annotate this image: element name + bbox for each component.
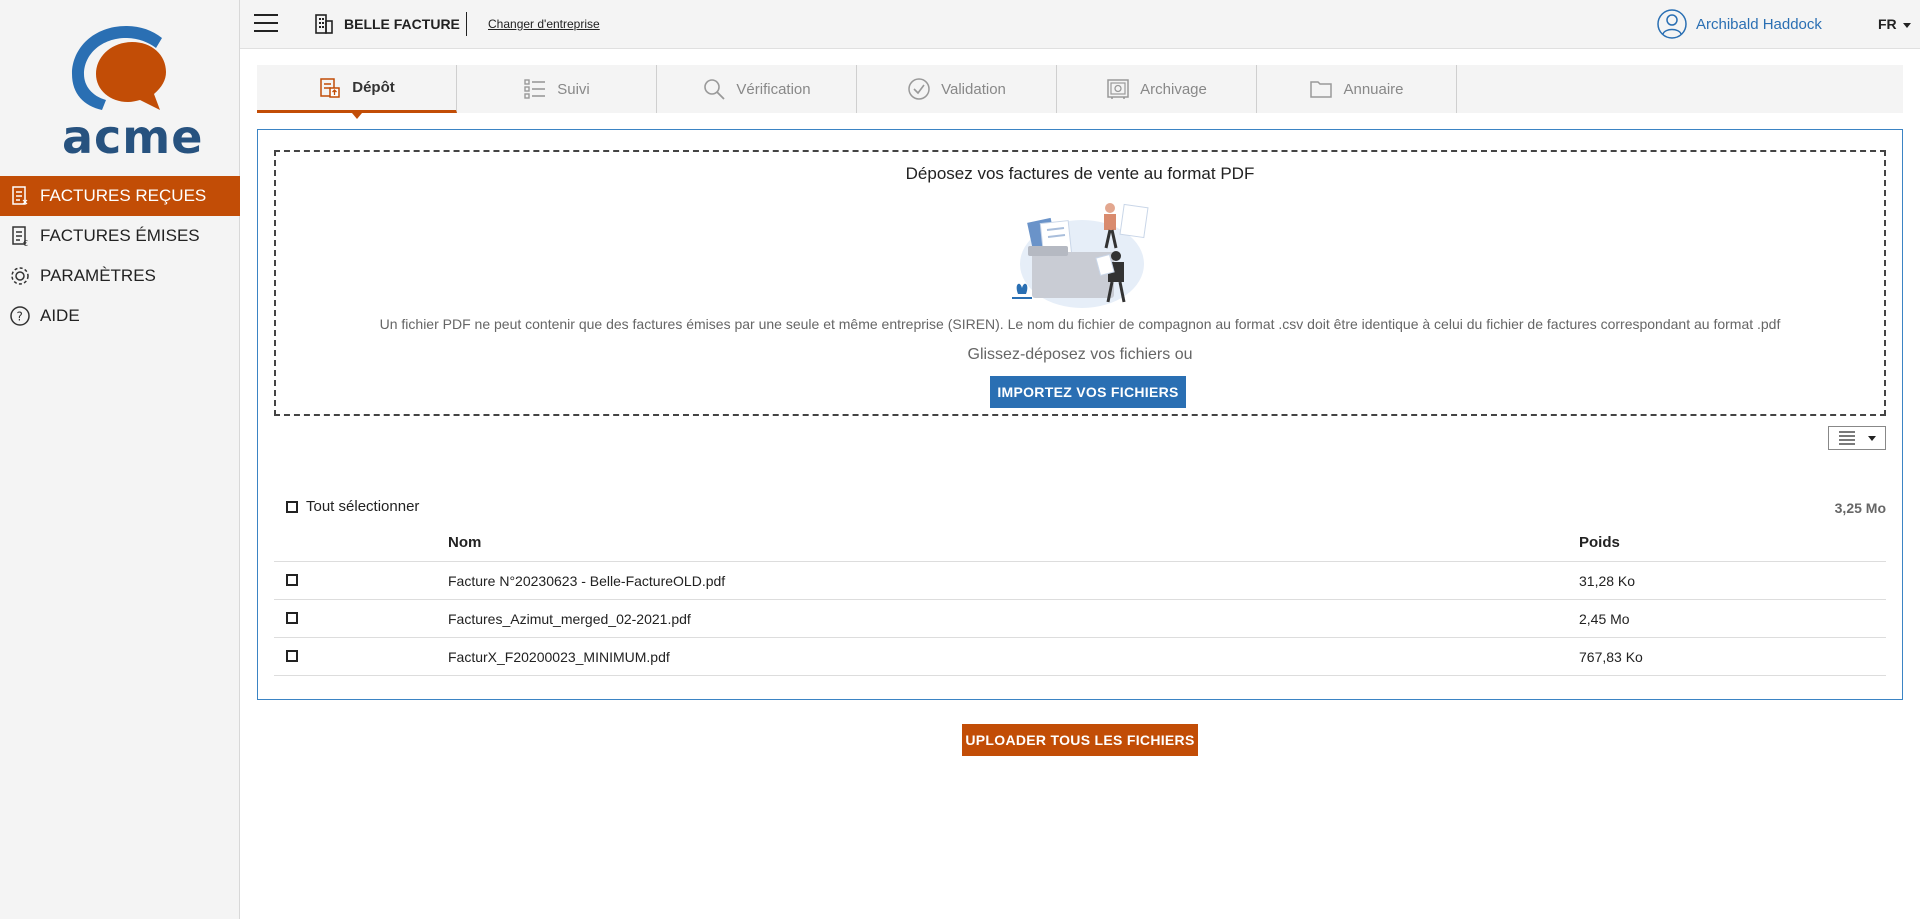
select-all-checkbox[interactable]	[286, 500, 298, 513]
column-header-size[interactable]: Poids	[1579, 534, 1886, 551]
svg-text:?: ?	[17, 310, 23, 324]
select-all-label: Tout sélectionner	[306, 498, 420, 515]
logo-text: acme	[62, 110, 204, 164]
tab-verification[interactable]: Vérification	[657, 65, 857, 113]
row-checkbox[interactable]	[286, 573, 298, 586]
tab-label: Annuaire	[1343, 80, 1404, 98]
table-row[interactable]: FacturX_F20200023_MINIMUM.pdf 767,83 Ko	[274, 638, 1886, 676]
help-icon: ?	[8, 304, 32, 328]
upload-all-files-button[interactable]: UPLOADER TOUS LES FICHIERS	[962, 724, 1198, 756]
file-size: 2,45 Mo	[1579, 610, 1630, 627]
language-selector[interactable]: FR	[1878, 16, 1911, 32]
list-view-icon	[1839, 431, 1855, 445]
table-row[interactable]: Factures_Azimut_merged_02-2021.pdf 2,45 …	[274, 600, 1886, 638]
user-name: Archibald Haddock	[1696, 15, 1822, 33]
sidebar-item-factures-recues[interactable]: FACTURES REÇUES	[0, 176, 240, 216]
sidebar: acme FACTURES REÇUES € FACTURES ÉMISES P…	[0, 0, 240, 919]
tab-label: Suivi	[557, 80, 590, 98]
chevron-down-icon	[1868, 435, 1876, 441]
file-size: 31,28 Ko	[1579, 572, 1636, 589]
column-header-name[interactable]: Nom	[448, 534, 1579, 551]
file-name: Factures_Azimut_merged_02-2021.pdf	[448, 610, 691, 627]
tab-label: Dépôt	[352, 79, 395, 96]
folder-icon	[1309, 77, 1333, 101]
tab-label: Validation	[941, 80, 1006, 98]
logo-bubble-icon	[72, 26, 166, 110]
hamburger-menu-icon[interactable]	[254, 14, 278, 34]
sidebar-item-label: AIDE	[40, 306, 80, 325]
tab-depot[interactable]: Dépôt	[257, 65, 457, 119]
chevron-down-icon	[1902, 22, 1911, 28]
sidebar-item-label: FACTURES REÇUES	[40, 186, 207, 205]
sidebar-item-factures-emises[interactable]: € FACTURES ÉMISES	[0, 216, 240, 256]
building-icon	[312, 12, 336, 41]
invoice-issued-icon: €	[8, 224, 32, 248]
check-circle-icon	[907, 77, 931, 101]
user-avatar-icon	[1657, 9, 1687, 39]
company-name: BELLE FACTURE	[344, 16, 460, 32]
file-name: FacturX_F20200023_MINIMUM.pdf	[448, 648, 670, 665]
tab-archivage[interactable]: Archivage	[1057, 65, 1257, 113]
tab-label: Vérification	[736, 80, 811, 98]
file-dropzone[interactable]: Déposez vos factures de vente au format …	[274, 150, 1886, 416]
search-icon	[702, 77, 726, 101]
tab-label: Archivage	[1140, 80, 1207, 98]
table-header: Nom Poids	[274, 524, 1886, 562]
dropzone-title: Déposez vos factures de vente au format …	[905, 164, 1255, 183]
total-size: 3,25 Mo	[1834, 500, 1886, 516]
header-separator	[466, 12, 467, 36]
list-view-dropdown[interactable]	[1828, 426, 1886, 450]
safe-icon	[1106, 77, 1130, 101]
invoice-received-icon	[8, 184, 32, 208]
tab-bar: Dépôt Suivi Vérification Validation Arch…	[257, 65, 1903, 119]
file-name: Facture N°20230623 - Belle-FactureOLD.pd…	[448, 572, 726, 589]
sidebar-item-aide[interactable]: ? AIDE	[0, 296, 240, 336]
table-row[interactable]: Facture N°20230623 - Belle-FactureOLD.pd…	[274, 562, 1886, 600]
list-icon	[523, 77, 547, 101]
dropzone-drag-text: Glissez-déposez vos fichiers ou	[967, 346, 1193, 363]
deposit-icon	[318, 76, 342, 100]
gear-icon	[8, 264, 32, 288]
files-table: Nom Poids Facture N°20230623 - Belle-Fac…	[274, 524, 1886, 676]
deposit-panel: Déposez vos factures de vente au format …	[257, 129, 1903, 700]
change-company-link[interactable]: Changer d'entreprise	[488, 17, 600, 31]
row-checkbox[interactable]	[286, 649, 298, 662]
row-checkbox[interactable]	[286, 611, 298, 624]
language-label: FR	[1878, 16, 1897, 32]
sidebar-nav: FACTURES REÇUES € FACTURES ÉMISES PARAMÈ…	[0, 176, 240, 336]
sidebar-item-parametres[interactable]: PARAMÈTRES	[0, 256, 240, 296]
import-files-button[interactable]: IMPORTEZ VOS FICHIERS	[990, 376, 1186, 408]
select-all[interactable]: Tout sélectionner	[286, 498, 419, 515]
top-header: BELLE FACTURE Changer d'entreprise Archi…	[240, 0, 1920, 49]
user-menu[interactable]: Archibald Haddock	[1656, 8, 1822, 40]
acme-logo[interactable]: acme	[62, 20, 202, 164]
file-size: 767,83 Ko	[1579, 648, 1643, 665]
upload-illustration	[1012, 203, 1149, 308]
tab-validation[interactable]: Validation	[857, 65, 1057, 113]
tab-suivi[interactable]: Suivi	[457, 65, 657, 113]
sidebar-item-label: FACTURES ÉMISES	[40, 226, 200, 245]
svg-text:€: €	[23, 239, 28, 247]
sidebar-item-label: PARAMÈTRES	[40, 266, 156, 285]
dropzone-info: Un fichier PDF ne peut contenir que des …	[379, 316, 1781, 332]
tab-annuaire[interactable]: Annuaire	[1257, 65, 1457, 113]
